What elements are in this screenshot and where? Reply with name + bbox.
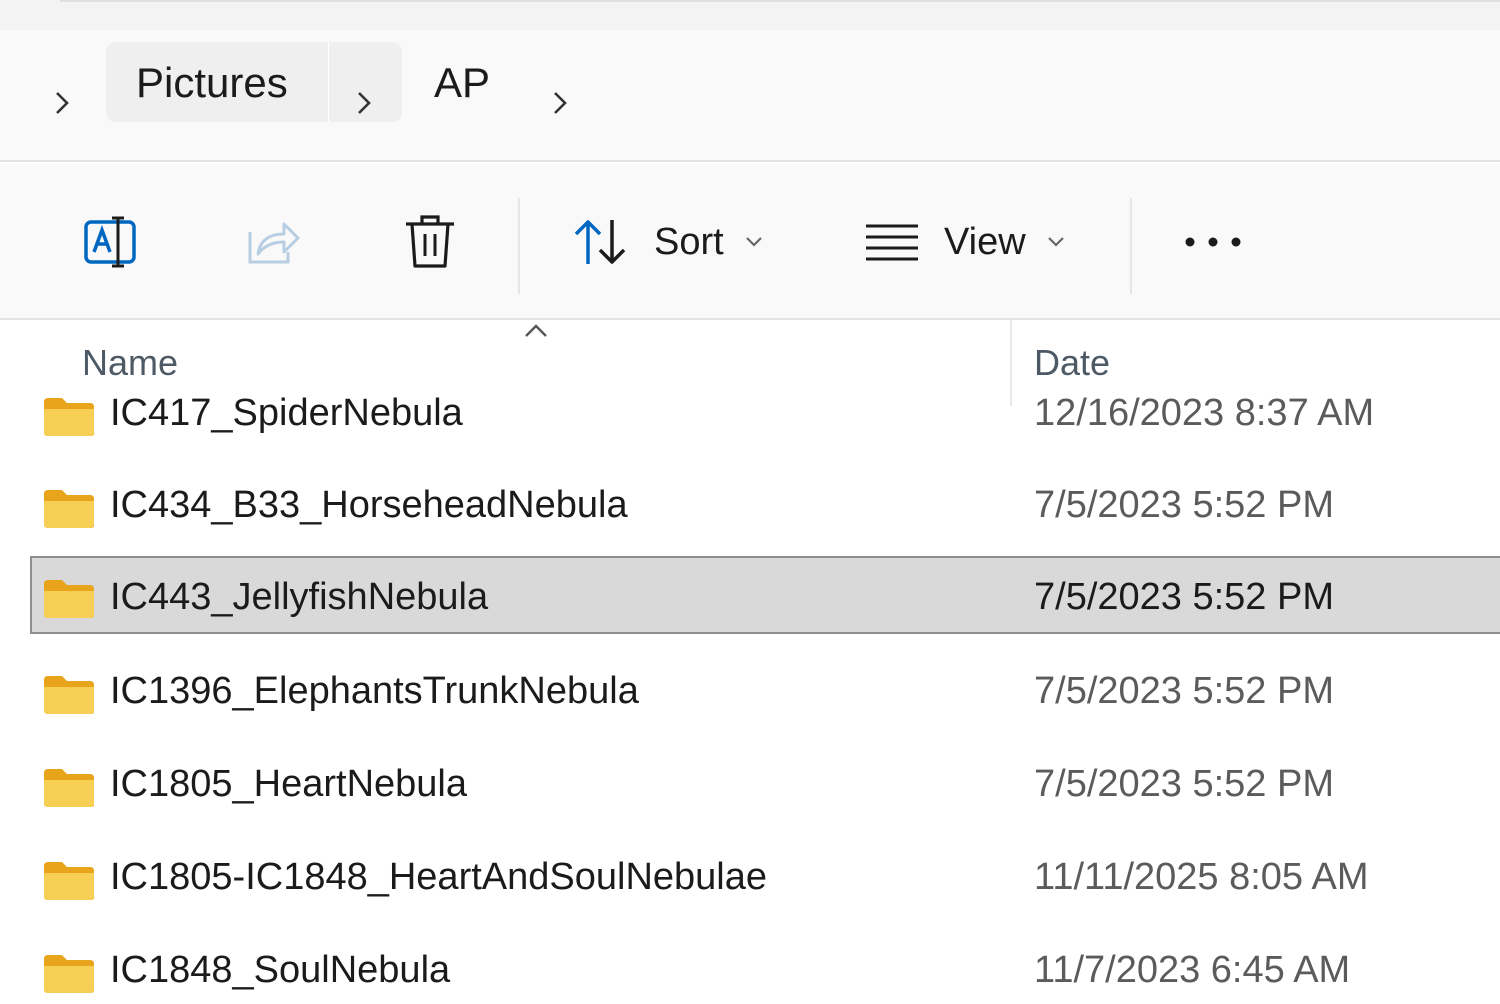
- file-date: 11/11/2025 8:05 AM: [1034, 855, 1369, 898]
- trash-icon: [406, 215, 454, 268]
- file-date: 7/5/2023 5:52 PM: [1034, 762, 1334, 805]
- column-name-header[interactable]: Name: [82, 342, 178, 384]
- sort-button[interactable]: Sort: [570, 204, 764, 280]
- delete-button[interactable]: [402, 204, 458, 280]
- chevron-right-icon[interactable]: [50, 88, 74, 118]
- file-name: IC443_JellyfishNebula: [110, 575, 489, 618]
- view-list-icon: [866, 224, 918, 261]
- folder-icon: [44, 398, 94, 436]
- file-date: 7/5/2023 5:52 PM: [1034, 669, 1334, 712]
- column-date-header[interactable]: Date: [1034, 342, 1110, 384]
- folder-icon: [44, 676, 94, 714]
- chevron-down-icon: [1047, 237, 1064, 247]
- list-item[interactable]: IC1848_SoulNebula 11/7/2023 6:45 AM: [30, 931, 1500, 1004]
- file-date: 12/16/2023 8:37 AM: [1034, 391, 1375, 434]
- share-button[interactable]: [242, 204, 302, 280]
- file-name: IC417_SpiderNebula: [110, 391, 463, 434]
- rename-button[interactable]: [80, 204, 142, 280]
- breadcrumb-ap[interactable]: AP: [434, 44, 490, 122]
- file-name: IC1805-IC1848_HeartAndSoulNebulae: [110, 855, 768, 898]
- view-label: View: [944, 220, 1026, 263]
- command-bar: Sort View: [0, 164, 1500, 320]
- file-date: 7/5/2023 5:52 PM: [1034, 575, 1334, 618]
- toolbar-separator: [1130, 198, 1132, 294]
- more-options-button[interactable]: [1182, 204, 1244, 280]
- file-date: 11/7/2023 6:45 AM: [1034, 948, 1351, 991]
- file-list: IC417_SpiderNebula 12/16/2023 8:37 AM IC…: [0, 388, 1500, 1004]
- more-dots-icon: [1185, 237, 1241, 247]
- chevron-down-icon: [745, 237, 762, 247]
- chevron-right-icon[interactable]: [548, 88, 572, 118]
- folder-icon: [44, 490, 94, 528]
- folder-icon: [44, 769, 94, 807]
- window-top-strip: [0, 0, 1500, 30]
- list-item[interactable]: IC417_SpiderNebula 12/16/2023 8:37 AM: [30, 388, 1500, 452]
- toolbar-separator: [518, 198, 520, 294]
- address-bar: Pictures AP: [0, 30, 1500, 162]
- sort-arrows-icon: [574, 220, 626, 264]
- list-item[interactable]: IC434_B33_HorseheadNebula 7/5/2023 5:52 …: [30, 466, 1500, 544]
- file-date: 7/5/2023 5:52 PM: [1034, 483, 1334, 526]
- folder-icon: [44, 955, 94, 993]
- list-item-selected[interactable]: IC443_JellyfishNebula 7/5/2023 5:52 PM: [30, 556, 1500, 634]
- list-item[interactable]: IC1805-IC1848_HeartAndSoulNebulae 11/11/…: [30, 838, 1500, 916]
- sort-label: Sort: [654, 220, 724, 263]
- breadcrumb-pictures[interactable]: Pictures: [136, 44, 288, 122]
- file-name: IC434_B33_HorseheadNebula: [110, 483, 628, 526]
- file-name: IC1848_SoulNebula: [110, 948, 451, 991]
- folder-icon: [44, 580, 94, 618]
- file-name: IC1805_HeartNebula: [110, 762, 468, 805]
- chevron-right-icon[interactable]: [352, 88, 376, 118]
- list-item[interactable]: IC1396_ElephantsTrunkNebula 7/5/2023 5:5…: [30, 652, 1500, 730]
- rename-icon: [84, 216, 136, 268]
- share-icon: [248, 222, 300, 264]
- sort-ascending-icon: [525, 324, 547, 337]
- folder-icon: [44, 862, 94, 900]
- list-item[interactable]: IC1805_HeartNebula 7/5/2023 5:52 PM: [30, 745, 1500, 823]
- view-button[interactable]: View: [864, 204, 1066, 280]
- file-name: IC1396_ElephantsTrunkNebula: [110, 669, 639, 712]
